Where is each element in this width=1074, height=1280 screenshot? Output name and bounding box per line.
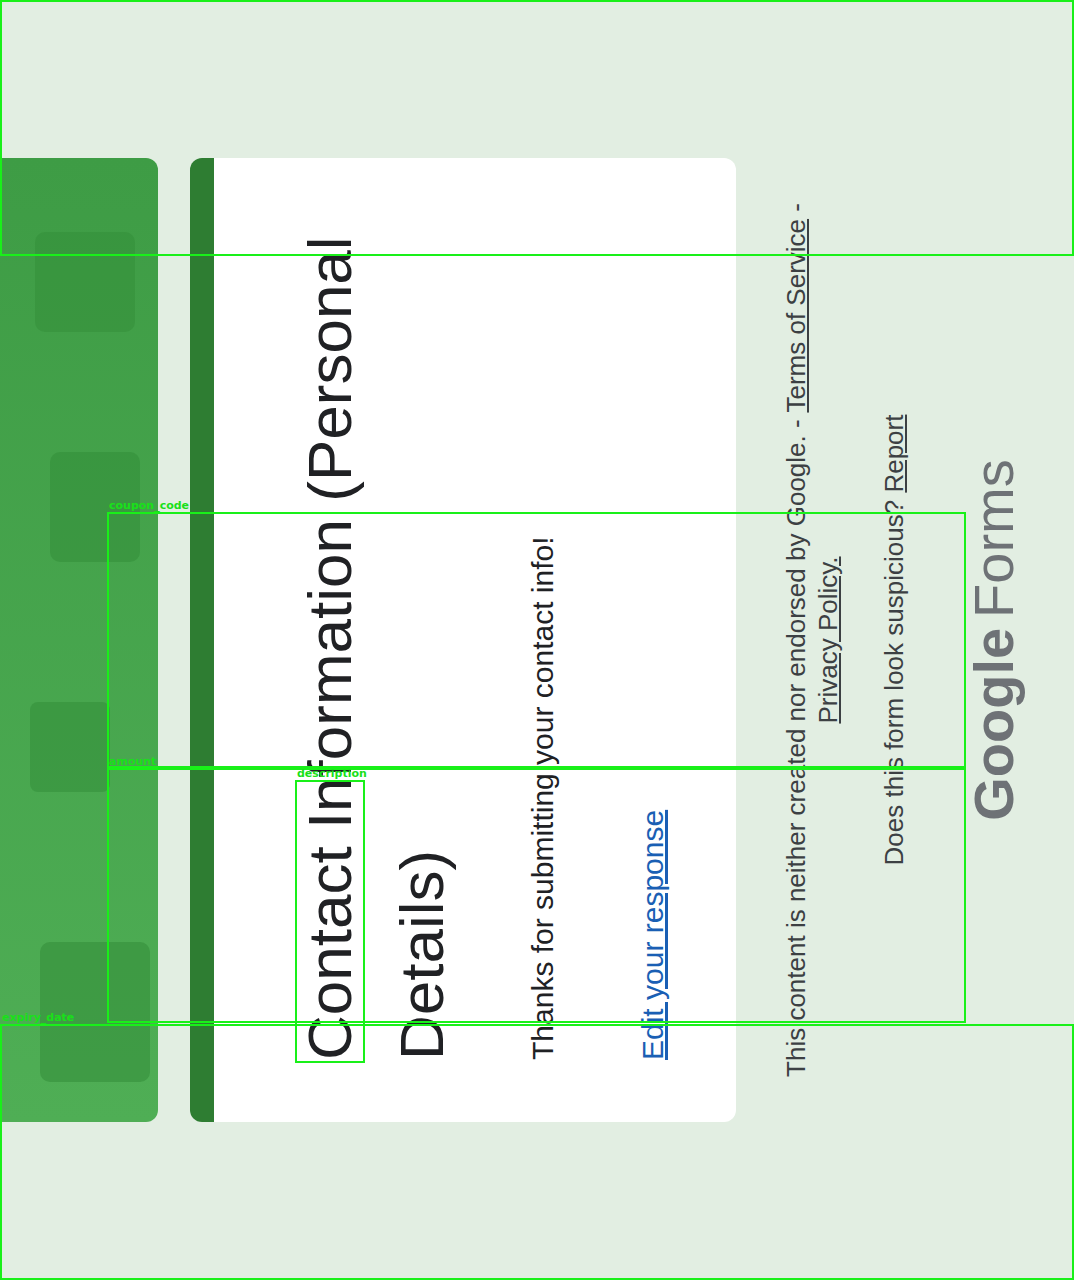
- report-link[interactable]: Report: [879, 415, 909, 493]
- annotation-box: description: [295, 780, 365, 1063]
- annotation-box: amount: [107, 768, 966, 1023]
- footer: This content is neither created nor endo…: [780, 158, 1026, 1122]
- annotation-box: expiry_date: [0, 1024, 1074, 1280]
- form-page: Contact Information (Personal Details) Th…: [0, 0, 1074, 1280]
- edit-response-link[interactable]: Edit your response: [634, 220, 672, 1060]
- annotation-label: coupon_code: [109, 499, 189, 512]
- banner-pattern-icon: [0, 158, 158, 1122]
- suspicious-question: Does this form look suspicious? Report: [878, 415, 910, 866]
- screen: Contact Information (Personal Details) Th…: [0, 0, 1074, 1280]
- privacy-link[interactable]: Privacy Policy.: [813, 556, 843, 723]
- google-forms-logo: GoogleForms: [962, 459, 1026, 821]
- confirmation-card: Contact Information (Personal Details) Th…: [190, 158, 736, 1122]
- annotation-box: [0, 0, 1074, 256]
- annotation-label: expiry_date: [2, 1011, 74, 1024]
- annotation-label: amount: [109, 755, 156, 768]
- disclaimer: This content is neither created nor endo…: [780, 190, 844, 1090]
- terms-link[interactable]: Terms of Service: [781, 219, 811, 413]
- form-title: Contact Information (Personal Details): [284, 220, 468, 1060]
- confirmation-message: Thanks for submitting your contact info!: [524, 220, 562, 1060]
- annotation-label: description: [297, 767, 367, 780]
- annotation-box: coupon_code: [107, 512, 966, 768]
- header-banner: [0, 158, 158, 1122]
